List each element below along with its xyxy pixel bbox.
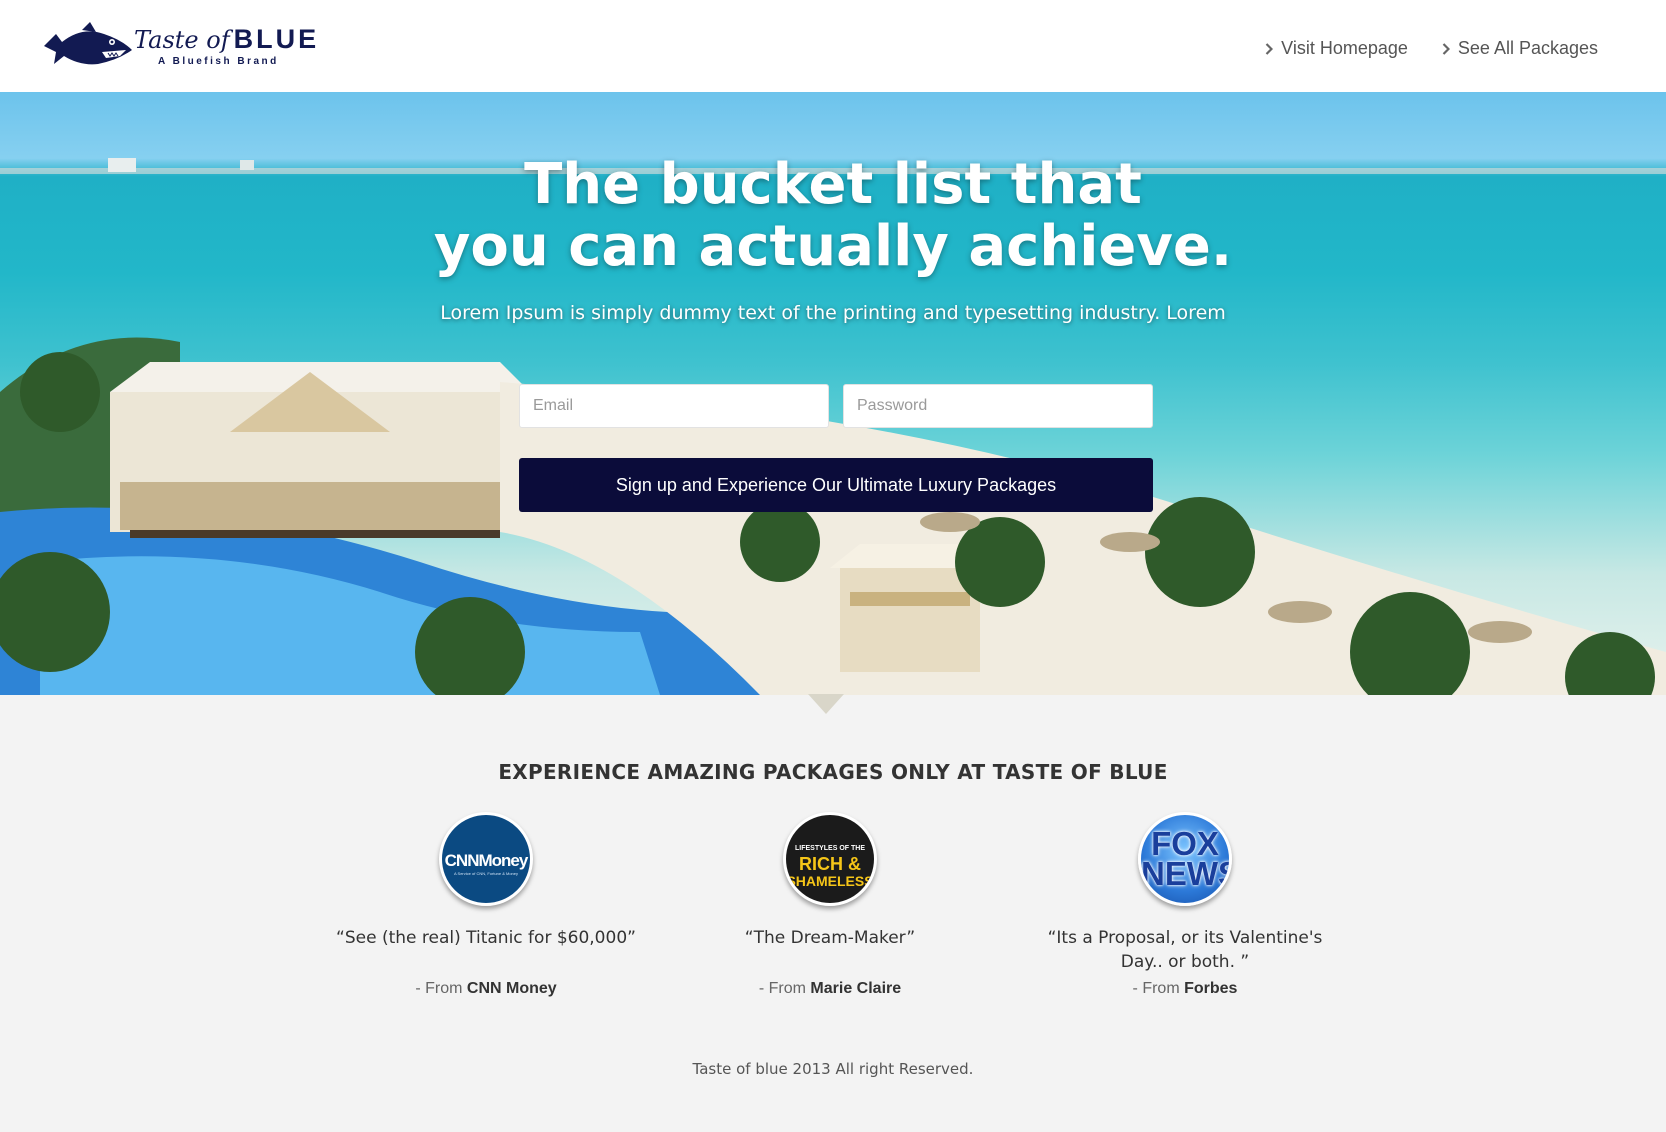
press-source: - From Marie Claire bbox=[680, 980, 980, 998]
logo-script-text: Taste of bbox=[134, 26, 230, 54]
password-input[interactable] bbox=[843, 384, 1153, 428]
bluefish-logo-icon bbox=[44, 22, 132, 65]
press-from-prefix: - From bbox=[1132, 980, 1180, 997]
press-source-name: Forbes bbox=[1184, 980, 1238, 997]
press-item-cnn-money: CNNMoney A Service of CNN, Fortune & Mon… bbox=[336, 812, 636, 997]
footer-copyright: Taste of blue 2013 All right Reserved. bbox=[692, 1060, 974, 1078]
cnn-money-logo-text: CNNMoney bbox=[444, 851, 529, 870]
chevron-right-icon bbox=[1442, 42, 1450, 55]
press-quote: “See (the real) Titanic for $60,000” bbox=[336, 928, 636, 948]
hero-subtitle: Lorem Ipsum is simply dummy text of the … bbox=[440, 302, 1226, 324]
rich-and-shameless-logo: LIFESTYLES OF THE RICH & SHAMELESS bbox=[783, 812, 877, 906]
hero-headline-line-1: The bucket list that bbox=[524, 152, 1142, 217]
logo-wordmark: Taste of BLUE bbox=[134, 24, 319, 55]
logo-tagline: A Bluefish Brand bbox=[158, 56, 279, 67]
press-quote: “The Dream-Maker” bbox=[744, 928, 916, 948]
press-item-rich-shameless: LIFESTYLES OF THE RICH & SHAMELESS “The … bbox=[680, 812, 980, 997]
site-logo[interactable]: Taste of BLUE A Bluefish Brand bbox=[42, 20, 322, 72]
press-source-name: CNN Money bbox=[466, 980, 557, 997]
email-input[interactable] bbox=[519, 384, 829, 428]
cnn-money-logo-subtext: A Service of CNN, Fortune & Money bbox=[453, 871, 519, 876]
rich-logo-text-top: LIFESTYLES OF THE bbox=[794, 845, 865, 852]
press-section-title: EXPERIENCE AMAZING PACKAGES ONLY AT TAST… bbox=[498, 760, 1168, 784]
fox-news-logo: FOX NEWS bbox=[1138, 812, 1232, 906]
press-source: - From CNN Money bbox=[336, 980, 636, 998]
chevron-right-icon bbox=[1265, 42, 1274, 55]
press-source-name: Marie Claire bbox=[810, 980, 902, 997]
press-from-prefix: - From bbox=[758, 980, 806, 997]
nav-visit-homepage[interactable]: Visit Homepage bbox=[1265, 38, 1408, 59]
nav-label: See All Packages bbox=[1457, 38, 1598, 58]
hero-pointer-notch bbox=[808, 694, 844, 714]
hero-headline: The bucket list that you can actually ac… bbox=[0, 154, 1666, 278]
cnn-money-logo: CNNMoney A Service of CNN, Fortune & Mon… bbox=[439, 812, 533, 906]
press-item-fox-news: FOX NEWS “Its a Proposal, or its Valenti… bbox=[1035, 812, 1335, 997]
signup-button[interactable]: Sign up and Experience Our Ultimate Luxu… bbox=[519, 458, 1153, 512]
nav-label: Visit Homepage bbox=[1281, 38, 1408, 58]
rich-logo-text-bottom: SHAMELESS bbox=[786, 873, 874, 889]
nav-see-all-packages[interactable]: See All Packages bbox=[1442, 38, 1598, 59]
top-bar: Taste of BLUE A Bluefish Brand Visit Home… bbox=[0, 0, 1666, 92]
logo-blue-text: BLUE bbox=[233, 24, 320, 54]
rich-logo-text-mid: RICH & bbox=[799, 854, 861, 874]
hero-banner: The bucket list that you can actually ac… bbox=[0, 92, 1666, 695]
top-navigation: Visit Homepage See All Packages bbox=[1265, 38, 1598, 59]
fox-news-logo-text: FOX NEWS bbox=[1141, 825, 1232, 892]
press-source: - From Forbes bbox=[1035, 980, 1335, 998]
press-from-prefix: - From bbox=[415, 980, 463, 997]
press-quote: “Its a Proposal, or its Valentine's Day.… bbox=[1047, 928, 1323, 972]
hero-headline-line-2: you can actually achieve. bbox=[433, 214, 1233, 279]
